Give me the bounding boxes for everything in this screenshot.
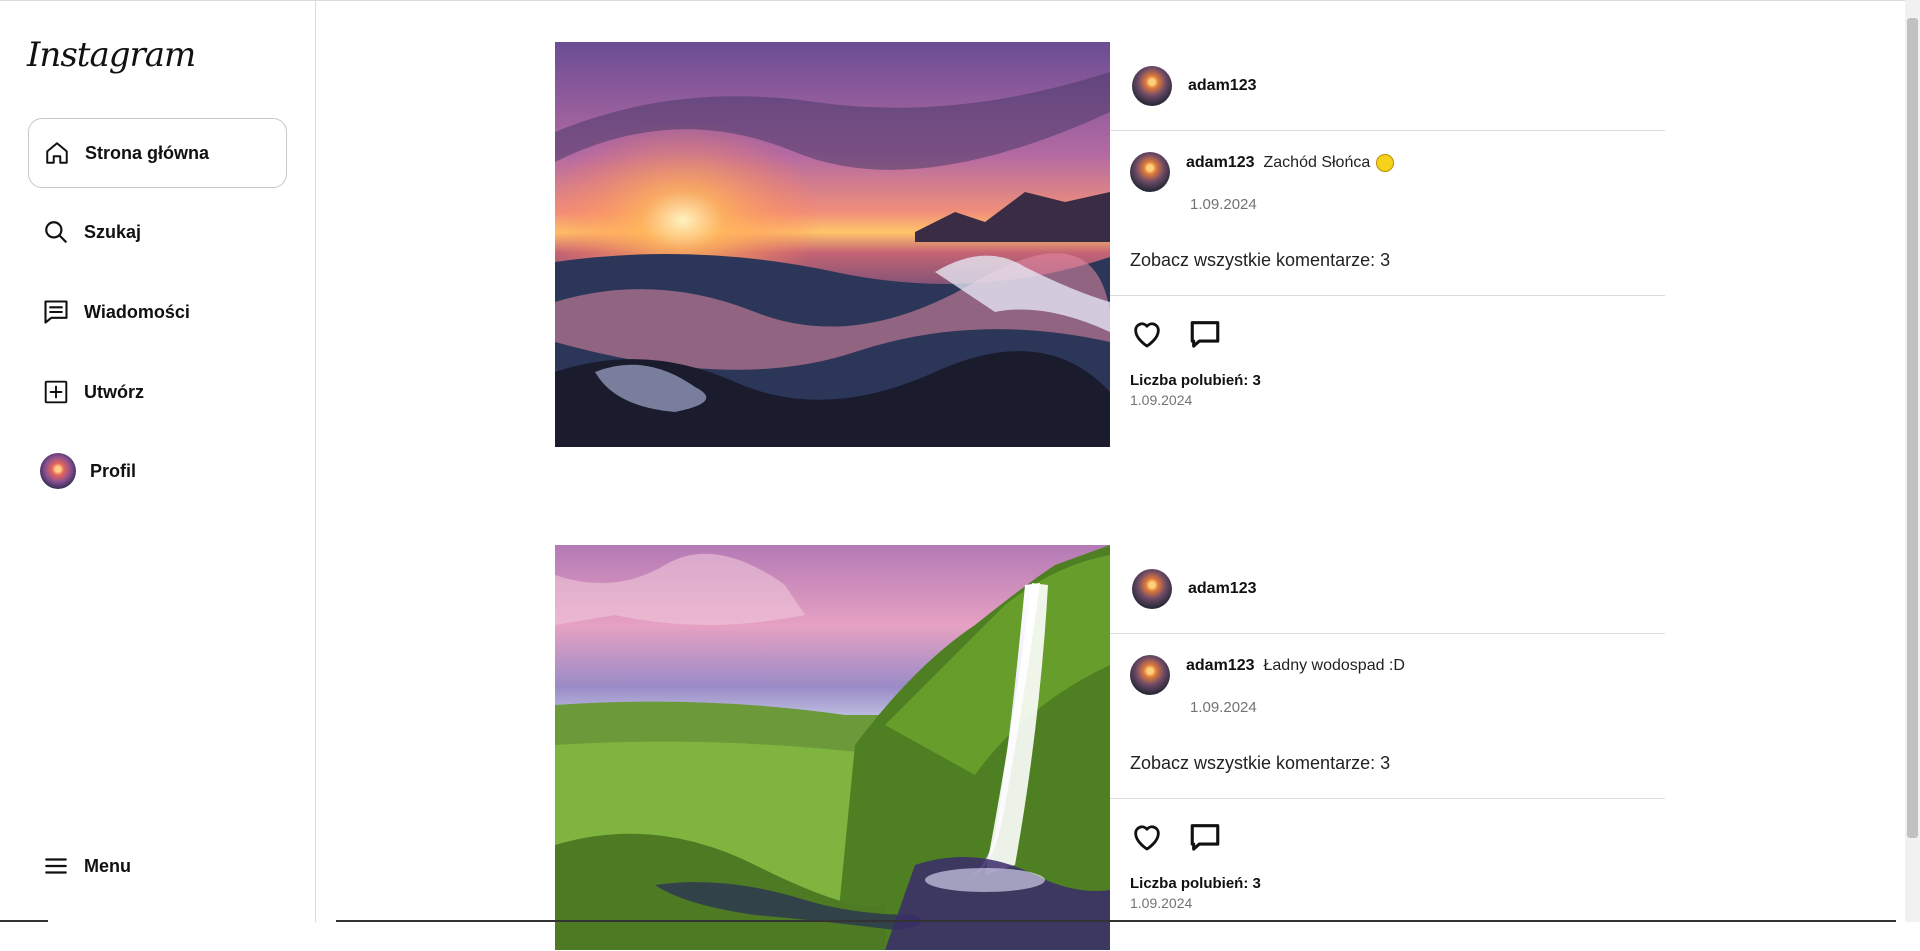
menu-button[interactable]: Menu bbox=[28, 831, 287, 901]
scrollbar[interactable] bbox=[1905, 0, 1920, 922]
post-header: adam123 bbox=[1110, 545, 1665, 634]
sidebar-item-label: Szukaj bbox=[84, 221, 142, 242]
post-image-sunset[interactable] bbox=[555, 42, 1110, 447]
sidebar: Instagram Strona główna Szukaj Wiadomośc… bbox=[0, 0, 316, 922]
caption-line: adam123 Zachód Słońca bbox=[1186, 154, 1395, 172]
caption-line: adam123 Ładny wodospad :D bbox=[1186, 657, 1405, 675]
sidebar-item-label: Strona główna bbox=[85, 142, 210, 163]
comment-icon[interactable] bbox=[1188, 317, 1222, 351]
caption-text: Ładny wodospad :D bbox=[1263, 657, 1405, 674]
post-actions: Liczba polubień: 3 1.09.2024 bbox=[1110, 798, 1665, 951]
caption: adam123 Zachód Słońca bbox=[1130, 152, 1395, 192]
sidebar-item-messages[interactable]: Wiadomości bbox=[28, 277, 287, 347]
instagram-logo[interactable]: Instagram bbox=[27, 35, 196, 75]
search-icon bbox=[42, 218, 70, 246]
sidebar-item-profile[interactable]: Profil bbox=[28, 436, 287, 506]
sidebar-item-label: Profil bbox=[90, 460, 137, 481]
post-date: 1.09.2024 bbox=[1130, 895, 1193, 911]
sidebar-item-search[interactable]: Szukaj bbox=[28, 197, 287, 267]
comment-icon[interactable] bbox=[1188, 820, 1222, 854]
hamburger-icon bbox=[42, 852, 70, 880]
sun-emoji-icon bbox=[1376, 154, 1395, 172]
sidebar-item-label: Utwórz bbox=[84, 381, 144, 402]
post-details: adam123 adam123 Ładny wodospad :D 1.09.2… bbox=[1110, 545, 1665, 950]
view-comments-link[interactable]: Zobacz wszystkie komentarze: 3 bbox=[1130, 753, 1390, 774]
scrollbar-thumb[interactable] bbox=[1907, 18, 1918, 838]
avatar[interactable] bbox=[1132, 569, 1172, 609]
caption-date: 1.09.2024 bbox=[1190, 699, 1257, 716]
like-count: Liczba polubień: 3 bbox=[1130, 372, 1261, 389]
avatar[interactable] bbox=[1130, 655, 1170, 695]
heart-icon[interactable] bbox=[1130, 317, 1164, 351]
post-date: 1.09.2024 bbox=[1130, 392, 1193, 408]
like-count: Liczba polubień: 3 bbox=[1130, 875, 1261, 892]
sidebar-item-create[interactable]: Utwórz bbox=[28, 357, 287, 427]
create-icon bbox=[42, 378, 70, 406]
avatar bbox=[40, 453, 76, 489]
avatar[interactable] bbox=[1130, 152, 1170, 192]
caption-date: 1.09.2024 bbox=[1190, 196, 1257, 213]
caption: adam123 Ładny wodospad :D bbox=[1130, 655, 1405, 695]
sidebar-item-home[interactable]: Strona główna bbox=[28, 118, 287, 188]
heart-icon[interactable] bbox=[1130, 820, 1164, 854]
menu-label: Menu bbox=[84, 855, 131, 876]
post-image-waterfall[interactable] bbox=[555, 545, 1110, 950]
post-header: adam123 bbox=[1110, 42, 1665, 131]
post-username[interactable]: adam123 bbox=[1188, 77, 1257, 95]
home-icon bbox=[43, 139, 71, 167]
view-comments-link[interactable]: Zobacz wszystkie komentarze: 3 bbox=[1130, 250, 1390, 271]
messages-icon bbox=[42, 298, 70, 326]
sidebar-item-label: Wiadomości bbox=[84, 301, 190, 322]
caption-username[interactable]: adam123 bbox=[1186, 154, 1255, 172]
avatar[interactable] bbox=[1132, 66, 1172, 106]
caption-username[interactable]: adam123 bbox=[1186, 657, 1255, 675]
post-username[interactable]: adam123 bbox=[1188, 580, 1257, 598]
post-card: adam123 adam123 Zachód Słońca 1.09.2024 … bbox=[555, 42, 1665, 447]
post-card: adam123 adam123 Ładny wodospad :D 1.09.2… bbox=[555, 545, 1665, 950]
caption-text: Zachód Słońca bbox=[1263, 154, 1371, 171]
post-actions: Liczba polubień: 3 1.09.2024 bbox=[1110, 295, 1665, 448]
post-details: adam123 adam123 Zachód Słońca 1.09.2024 … bbox=[1110, 42, 1665, 447]
